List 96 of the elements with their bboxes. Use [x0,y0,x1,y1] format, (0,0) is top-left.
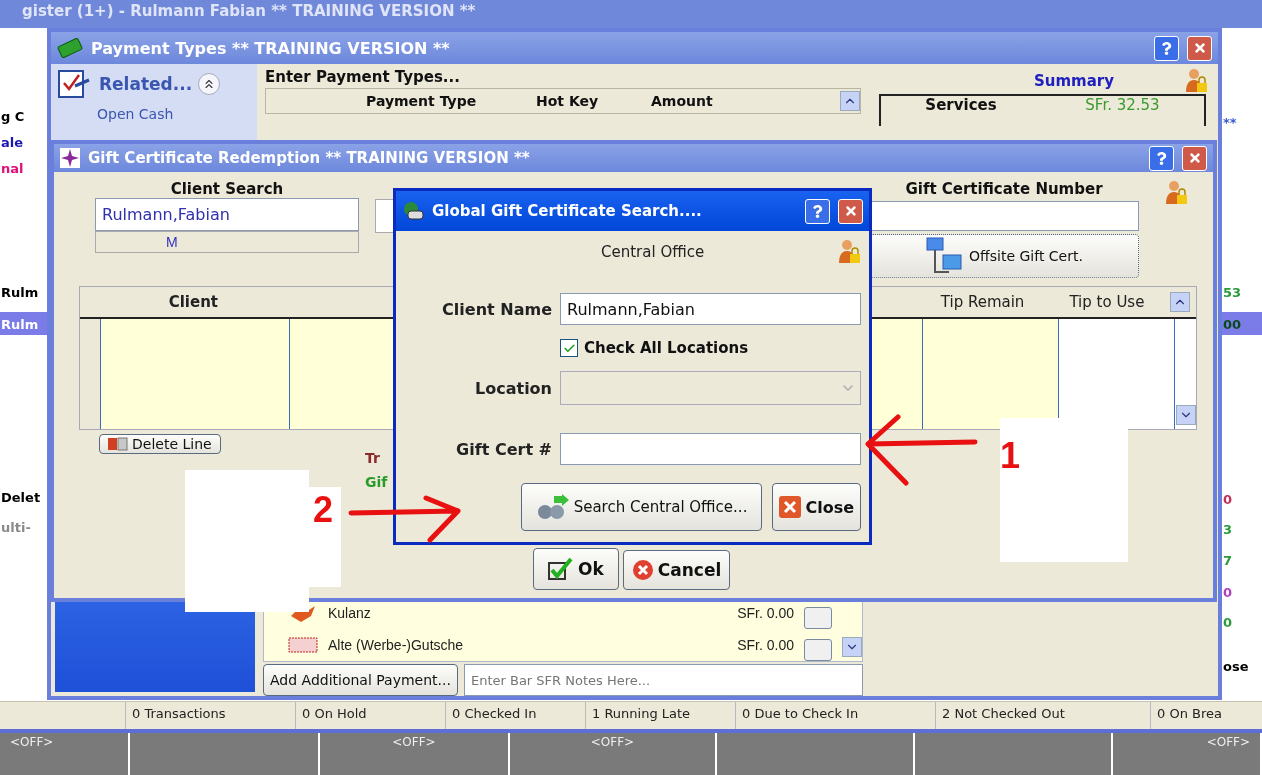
scroll-down-button[interactable] [842,637,862,657]
close-icon [1192,41,1207,55]
list-text: g C [1,109,25,124]
help-button[interactable] [1154,35,1179,61]
cancel-icon [631,559,654,581]
note-text: Tr [365,450,380,466]
star-icon [60,148,80,168]
globe-icon [402,201,424,221]
summary-value: SFr. 32.53 [1085,96,1160,116]
help-icon [1155,151,1168,165]
gift-cert-field[interactable] [560,433,861,465]
note-text: Gif [365,474,388,490]
client-search-field[interactable]: Rulmann,Fabian [95,198,359,231]
list-text: 0 [1223,615,1233,630]
close-icon [1187,151,1202,165]
key-label[interactable]: <OFF> [590,735,635,773]
list-text: ose [1223,659,1249,674]
close-button[interactable]: Close [772,483,861,531]
row-button[interactable] [804,639,832,661]
list-text: 7 [1223,553,1233,568]
user-lock-icon [1184,68,1208,94]
column-header: Amount [651,93,714,109]
column-header: Client [167,293,220,311]
close-icon [843,204,858,218]
user-lock-icon [837,239,861,265]
annotation-number: 1 [1000,438,1021,474]
scroll-down-button[interactable] [1175,405,1196,425]
client-name-field[interactable]: Rulmann,Fabian [560,293,861,325]
scroll-up-button[interactable] [840,91,860,111]
list-text: Rulm [1,285,39,300]
payment-name: Kulanz [328,605,372,621]
payment-name: Alte (Werbe-)Gutsche [328,637,465,653]
list-text: 0 [1223,492,1233,507]
search-button[interactable]: Search Central Office... [520,483,763,531]
summary-title: Summary [1033,72,1114,90]
column-header: Tip Remain [939,293,1026,311]
window-title: Payment Types ** TRAINING VERSION ** [91,38,451,58]
user-lock-icon [1164,180,1188,206]
list-text: ** [1223,115,1237,130]
money-icon [57,38,83,58]
dialog-title: Global Gift Certificate Search.... [432,202,703,220]
gift-number-field[interactable] [869,201,1139,231]
help-button[interactable] [805,198,830,224]
check-all-checkbox[interactable]: Check All Locations [560,339,861,357]
list-text: 3 [1223,522,1233,537]
section-heading: Enter Payment Types... [265,68,461,86]
list-text: ulti- [1,520,31,535]
key-label[interactable]: <OFF> [1206,735,1250,773]
delete-line-button[interactable]: Delete Line [99,434,221,454]
related-link[interactable]: Open Cash [57,106,251,122]
column-header: Payment Type [366,93,478,109]
list-text: ale [1,135,24,150]
field-label: Location [474,378,553,398]
delete-icon [108,437,128,451]
offsite-button[interactable]: Offsite Gift Cert. [869,234,1139,278]
list-text: 00 [1223,317,1242,332]
help-button[interactable] [1149,145,1174,171]
gender-text: M [166,234,178,250]
list-text: nal [1,161,24,176]
annotation-number: 2 [313,492,334,528]
field-label: Client Name [441,299,553,319]
key-label[interactable]: <OFF> [392,735,436,773]
scroll-up-button[interactable] [1170,292,1190,312]
help-icon [811,204,824,218]
check-icon [562,341,576,355]
column-header: Hot Key [536,93,600,109]
add-payment-button[interactable]: Add Additional Payment... [263,664,458,696]
column-header: Tip to Use [1068,293,1146,311]
ok-button[interactable]: Ok [533,548,619,590]
key-label[interactable]: <OFF> [10,735,54,773]
list-text: 0 [1223,585,1233,600]
close-button[interactable] [1187,35,1212,61]
binoculars-icon [535,494,570,520]
summary-label: Services [925,96,997,116]
field-label: Gift Cert # [455,439,553,459]
close-button[interactable] [1182,145,1207,171]
cancel-button[interactable]: Cancel [622,550,731,590]
list-text: Rulm [1,317,39,332]
payment-amount: SFr. 0.00 [737,605,794,621]
help-icon [1160,41,1173,55]
list-text: Delet [1,490,41,505]
related-label: Related... [99,74,193,94]
close-button[interactable] [838,198,863,224]
list-text: 53 [1223,285,1242,300]
office-label: Central Office [601,243,705,261]
window-title: gister (1+) - Rulmann Fabian ** TRAINING VERSION ** [0,0,1262,28]
collapse-button[interactable] [198,73,221,95]
field-label: Client Search [170,180,284,198]
notes-field[interactable]: Enter Bar SFR Notes Here... [463,664,863,696]
close-icon [779,496,802,518]
field-label: Gift Certificate Number [905,180,1103,198]
check-icon [548,557,574,581]
row-button[interactable] [804,607,832,629]
window-title: Gift Certificate Redemption ** TRAINING VERSION ** [88,149,531,167]
payment-type-icon [288,634,318,656]
payment-amount: SFr. 0.00 [737,637,794,653]
